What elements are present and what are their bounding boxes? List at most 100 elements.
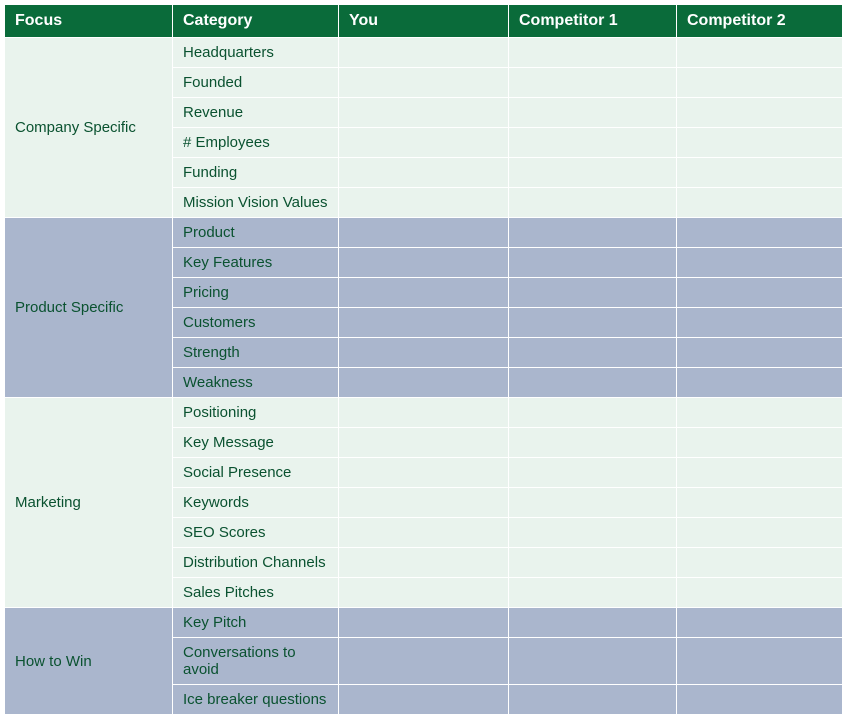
category-cell: Mission Vision Values <box>173 188 339 218</box>
comp1-cell <box>509 578 677 608</box>
table-row: Product SpecificProduct <box>5 218 843 248</box>
category-cell: Funding <box>173 158 339 188</box>
focus-cell: Product Specific <box>5 218 173 398</box>
header-focus: Focus <box>5 5 173 38</box>
comp2-cell <box>677 338 843 368</box>
you-cell <box>339 548 509 578</box>
comp2-cell <box>677 68 843 98</box>
comp2-cell <box>677 368 843 398</box>
table-header-row: Focus Category You Competitor 1 Competit… <box>5 5 843 38</box>
table-row: How to WinKey Pitch <box>5 608 843 638</box>
you-cell <box>339 308 509 338</box>
comp2-cell <box>677 608 843 638</box>
comp1-cell <box>509 218 677 248</box>
comp1-cell <box>509 398 677 428</box>
comp2-cell <box>677 308 843 338</box>
category-cell: Key Message <box>173 428 339 458</box>
you-cell <box>339 488 509 518</box>
you-cell <box>339 98 509 128</box>
category-cell: Conversations to avoid <box>173 638 339 685</box>
category-cell: Pricing <box>173 278 339 308</box>
category-cell: Founded <box>173 68 339 98</box>
comp2-cell <box>677 188 843 218</box>
comp1-cell <box>509 278 677 308</box>
you-cell <box>339 608 509 638</box>
category-cell: Distribution Channels <box>173 548 339 578</box>
you-cell <box>339 398 509 428</box>
comp1-cell <box>509 518 677 548</box>
category-cell: Social Presence <box>173 458 339 488</box>
comp2-cell <box>677 278 843 308</box>
table-body: Company SpecificHeadquartersFoundedReven… <box>5 38 843 715</box>
focus-cell: Marketing <box>5 398 173 608</box>
comp2-cell <box>677 488 843 518</box>
comp2-cell <box>677 98 843 128</box>
you-cell <box>339 278 509 308</box>
you-cell <box>339 338 509 368</box>
comp1-cell <box>509 308 677 338</box>
category-cell: Positioning <box>173 398 339 428</box>
table-row: Company SpecificHeadquarters <box>5 38 843 68</box>
category-cell: SEO Scores <box>173 518 339 548</box>
category-cell: Keywords <box>173 488 339 518</box>
category-cell: Headquarters <box>173 38 339 68</box>
you-cell <box>339 638 509 685</box>
category-cell: Revenue <box>173 98 339 128</box>
comp1-cell <box>509 248 677 278</box>
you-cell <box>339 578 509 608</box>
comp1-cell <box>509 368 677 398</box>
category-cell: Product <box>173 218 339 248</box>
comp1-cell <box>509 488 677 518</box>
comp1-cell <box>509 68 677 98</box>
you-cell <box>339 158 509 188</box>
comp2-cell <box>677 518 843 548</box>
you-cell <box>339 428 509 458</box>
comp1-cell <box>509 685 677 715</box>
focus-cell: How to Win <box>5 608 173 715</box>
you-cell <box>339 368 509 398</box>
comp1-cell <box>509 638 677 685</box>
you-cell <box>339 188 509 218</box>
comp1-cell <box>509 128 677 158</box>
comp2-cell <box>677 248 843 278</box>
comp2-cell <box>677 548 843 578</box>
comp1-cell <box>509 428 677 458</box>
you-cell <box>339 218 509 248</box>
you-cell <box>339 38 509 68</box>
comp2-cell <box>677 578 843 608</box>
you-cell <box>339 518 509 548</box>
you-cell <box>339 458 509 488</box>
comp2-cell <box>677 128 843 158</box>
focus-cell: Company Specific <box>5 38 173 218</box>
you-cell <box>339 685 509 715</box>
header-comp2: Competitor 2 <box>677 5 843 38</box>
header-you: You <box>339 5 509 38</box>
category-cell: Key Pitch <box>173 608 339 638</box>
category-cell: Sales Pitches <box>173 578 339 608</box>
category-cell: # Employees <box>173 128 339 158</box>
comp1-cell <box>509 458 677 488</box>
comp1-cell <box>509 548 677 578</box>
comp1-cell <box>509 608 677 638</box>
category-cell: Ice breaker questions <box>173 685 339 715</box>
you-cell <box>339 128 509 158</box>
category-cell: Customers <box>173 308 339 338</box>
header-comp1: Competitor 1 <box>509 5 677 38</box>
competitor-analysis-table: Focus Category You Competitor 1 Competit… <box>4 4 843 715</box>
table-row: MarketingPositioning <box>5 398 843 428</box>
comp1-cell <box>509 38 677 68</box>
comp1-cell <box>509 188 677 218</box>
comp1-cell <box>509 158 677 188</box>
comp1-cell <box>509 338 677 368</box>
comp2-cell <box>677 428 843 458</box>
you-cell <box>339 248 509 278</box>
comp2-cell <box>677 458 843 488</box>
comp2-cell <box>677 685 843 715</box>
header-category: Category <box>173 5 339 38</box>
category-cell: Weakness <box>173 368 339 398</box>
comp1-cell <box>509 98 677 128</box>
you-cell <box>339 68 509 98</box>
comp2-cell <box>677 38 843 68</box>
comp2-cell <box>677 398 843 428</box>
comp2-cell <box>677 638 843 685</box>
